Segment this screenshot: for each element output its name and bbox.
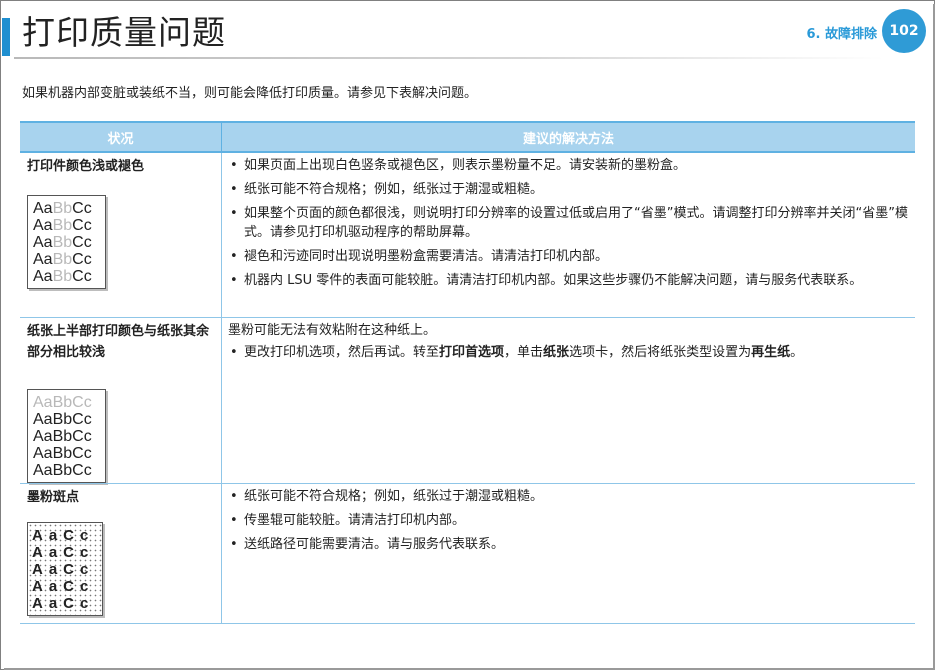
printing-preferences-term: 打印首选项: [439, 344, 505, 360]
sample-line: AaBbCc: [33, 444, 92, 462]
condition-title: 打印件颜色浅或褪色: [27, 159, 145, 174]
sample-line: AaBbCc: [33, 393, 92, 411]
solution-list: 纸张可能不符合规格；例如，纸张过于潮湿或粗糙。 传墨辊可能较脏。请清洁打印机内部…: [228, 487, 909, 554]
list-item: 更改打印机选项，然后再试。转至打印首选项，单击纸张选项卡，然后将纸张类型设置为再…: [228, 343, 909, 362]
chapter-link[interactable]: 6. 故障排除: [806, 23, 877, 42]
list-item: 传墨辊可能较脏。请清洁打印机内部。: [228, 511, 909, 530]
sample-light-print-image: AaBbCc AaBbCc AaBbCc AaBbCc AaBbCc: [27, 195, 106, 289]
solution-intro: 墨粉可能无法有效粘附在这种纸上。: [228, 322, 437, 338]
solution-cell: 墨粉可能无法有效粘附在这种纸上。 更改打印机选项，然后再试。转至打印首选项，单击…: [221, 317, 915, 484]
sample-line: AaBbCc: [33, 217, 92, 234]
table-header-row: 状况 建议的解决方法: [20, 121, 915, 153]
sample-line: AaCc: [32, 543, 95, 561]
list-item: 送纸路径可能需要清洁。请与服务代表联系。: [228, 535, 909, 554]
condition-title: 墨粉斑点: [27, 489, 80, 505]
table-row: 纸张上半部打印颜色与纸张其余部分相比较浅 AaBbCc AaBbCc AaBbC…: [20, 317, 915, 484]
paper-tab-term: 纸张: [543, 344, 570, 360]
solution-list: 如果页面上出现白色竖条或褪色区，则表示墨粉量不足。请安装新的墨粉盒。 纸张可能不…: [228, 156, 909, 290]
sample-line: AaCc: [32, 560, 95, 578]
list-item: 纸张可能不符合规格；例如，纸张过于潮湿或粗糙。: [228, 487, 909, 506]
troubleshooting-table: 状况 建议的解决方法 打印件颜色浅或褪色 AaBbCc AaBbCc AaBbC…: [20, 121, 915, 624]
solution-list: 更改打印机选项，然后再试。转至打印首选项，单击纸张选项卡，然后将纸张类型设置为再…: [228, 343, 909, 362]
table-row: 墨粉斑点 AaCc AaCc AaCc AaCc AaCc 纸张可能不符合规格；…: [20, 483, 915, 624]
sample-top-faded-image: AaBbCc AaBbCc AaBbCc AaBbCc AaBbCc: [27, 388, 106, 483]
sample-line: AaCc: [32, 526, 95, 544]
page-number-badge: 102: [882, 9, 926, 53]
sample-line: AaCc: [32, 594, 95, 612]
page-title: 打印质量问题: [22, 13, 226, 52]
sample-line: AaCc: [32, 577, 95, 595]
list-item: 如果整个页面的颜色都很浅，则说明打印分辨率的设置过低或启用了“省墨”模式。请调整…: [228, 204, 909, 242]
list-item: 如果页面上出现白色竖条或褪色区，则表示墨粉量不足。请安装新的墨粉盒。: [228, 156, 909, 175]
condition-title: 纸张上半部打印颜色与纸张其余部分相比较浅: [27, 323, 210, 360]
condition-cell: 打印件颜色浅或褪色 AaBbCc AaBbCc AaBbCc AaBbCc Aa…: [20, 152, 222, 318]
column-header-condition: 状况: [20, 121, 222, 153]
column-header-solution: 建议的解决方法: [221, 121, 915, 153]
solution-cell: 纸张可能不符合规格；例如，纸张过于潮湿或粗糙。 传墨辊可能较脏。请清洁打印机内部…: [221, 483, 915, 624]
list-item: 纸张可能不符合规格；例如，纸张过于潮湿或粗糙。: [228, 180, 909, 199]
condition-cell: 纸张上半部打印颜色与纸张其余部分相比较浅 AaBbCc AaBbCc AaBbC…: [20, 317, 222, 484]
sample-line: AaBbCc: [33, 461, 92, 479]
sample-line: AaBbCc: [33, 268, 92, 285]
sample-line: AaBbCc: [33, 251, 92, 268]
list-item: 褪色和污迹同时出现说明墨粉盒需要清洁。请清洁打印机内部。: [228, 247, 909, 266]
sample-line: AaBbCc: [33, 200, 92, 217]
title-underline: [14, 57, 884, 59]
sample-toner-specks-image: AaCc AaCc AaCc AaCc AaCc: [27, 521, 103, 616]
intro-paragraph: 如果机器内部变脏或装纸不当，则可能会降低打印质量。请参见下表解决问题。: [22, 86, 478, 101]
table-row: 打印件颜色浅或褪色 AaBbCc AaBbCc AaBbCc AaBbCc Aa…: [20, 152, 915, 318]
title-accent-bar: [2, 18, 10, 56]
condition-cell: 墨粉斑点 AaCc AaCc AaCc AaCc AaCc: [20, 483, 222, 624]
recycled-paper-term: 再生纸: [751, 344, 791, 360]
sample-line: AaBbCc: [33, 234, 92, 251]
solution-cell: 如果页面上出现白色竖条或褪色区，则表示墨粉量不足。请安装新的墨粉盒。 纸张可能不…: [221, 152, 915, 318]
sample-line: AaBbCc: [33, 410, 92, 428]
list-item: 机器内 LSU 零件的表面可能较脏。请清洁打印机内部。如果这些步骤仍不能解决问题…: [228, 271, 909, 290]
sample-line: AaBbCc: [33, 427, 92, 445]
